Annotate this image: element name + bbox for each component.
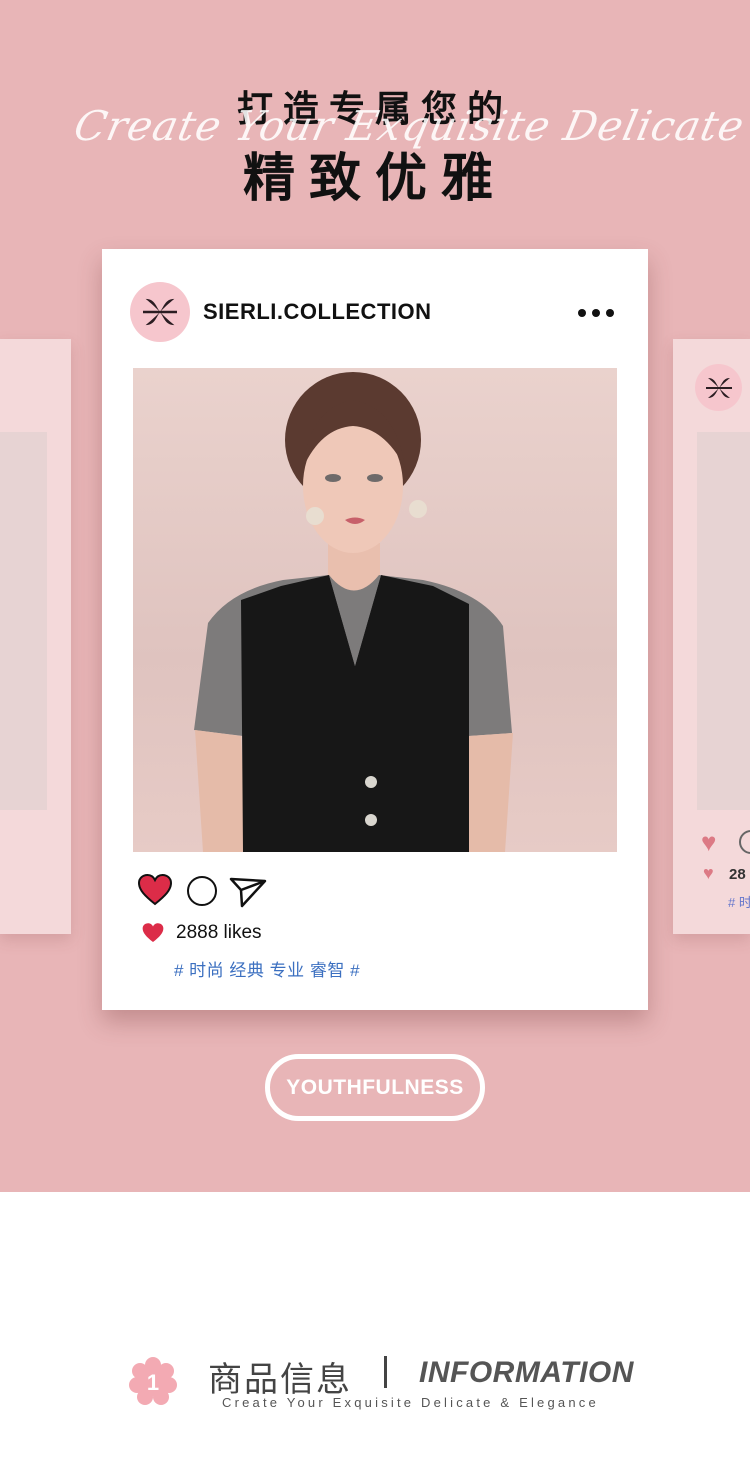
side-tags-text: # 时 — [728, 895, 750, 910]
brand-logo-icon — [705, 377, 732, 398]
side-post-image — [0, 432, 47, 810]
hero-banner: 打造专属您的 Create Your Exquisite Delicate & … — [0, 0, 750, 1192]
section-divider — [384, 1356, 387, 1388]
comment-circle-icon — [739, 830, 750, 854]
headline-line2: 精致优雅 — [242, 149, 507, 209]
section-title-en: INFORMATION — [419, 1356, 634, 1389]
comment-circle-icon[interactable] — [187, 876, 217, 906]
post-card: SIERLI.COLLECTION 2888 likes # 时尚 经典 专业 … — [102, 249, 648, 1010]
badge-number: 1 — [147, 1370, 159, 1395]
flower-number-badge-icon: 1 — [129, 1357, 177, 1405]
section-title-cn: 商品信息 — [208, 1361, 352, 1399]
brand-logo-avatar — [695, 364, 742, 411]
side-post-card-right[interactable]: ♥ ♥ 28 # 时 — [673, 339, 750, 934]
likes-heart-icon: ♥ — [703, 863, 714, 883]
side-post-card-left[interactable] — [0, 339, 71, 934]
heart-icon[interactable] — [137, 873, 173, 907]
youthfulness-button[interactable]: YOUTHFULNESS — [265, 1054, 485, 1121]
side-likes-text: 28 — [729, 866, 746, 883]
model-photo-illustration — [194, 372, 513, 852]
likes-heart-icon — [142, 923, 164, 943]
send-icon[interactable] — [228, 876, 268, 908]
post-photo — [133, 368, 617, 852]
brand-logo-avatar[interactable] — [130, 282, 190, 342]
heart-icon: ♥ — [701, 827, 717, 857]
post-username[interactable]: SIERLI.COLLECTION — [203, 299, 432, 325]
more-horizontal-icon[interactable] — [578, 309, 614, 319]
section-subtitle: Create Your Exquisite Delicate & Eleganc… — [222, 1395, 599, 1410]
side-post-image — [697, 432, 750, 810]
likes-count: 2888 likes — [176, 922, 262, 943]
hashtags[interactable]: # 时尚 经典 专业 睿智 # — [174, 956, 360, 981]
brand-logo-icon — [143, 298, 177, 326]
